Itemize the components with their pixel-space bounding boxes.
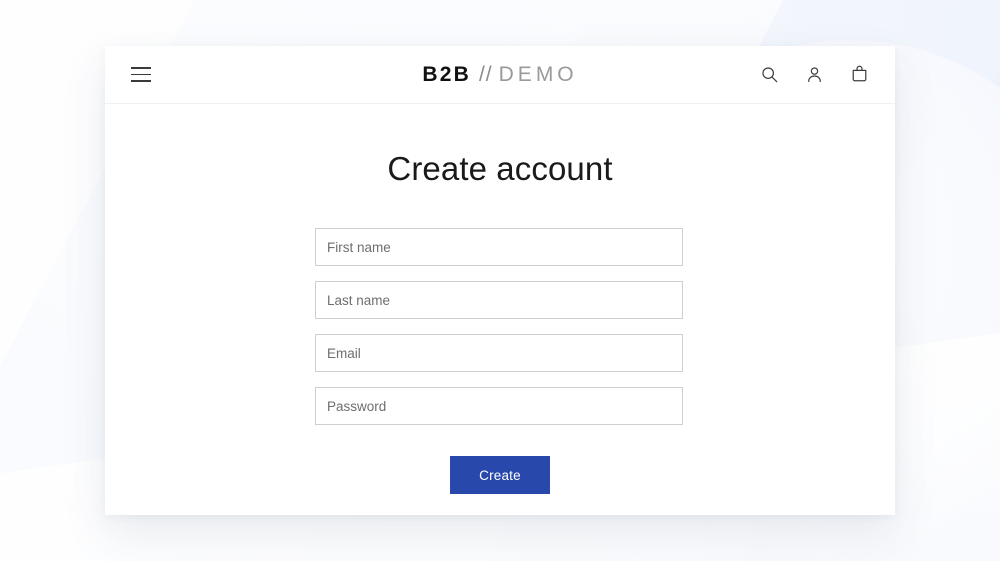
page-title: Create account — [387, 150, 613, 187]
page-content: Create account Create — [105, 104, 895, 494]
hamburger-menu-icon[interactable] — [131, 62, 157, 88]
logo-secondary-text: DEMO — [498, 63, 578, 86]
create-account-form: Create — [315, 228, 685, 494]
site-header: B2B // DEMO — [105, 46, 895, 104]
email-input[interactable] — [315, 334, 683, 372]
first-name-input[interactable] — [315, 228, 683, 266]
hamburger-line — [131, 67, 151, 69]
header-actions — [757, 63, 871, 87]
hamburger-line — [131, 80, 151, 82]
submit-row: Create — [315, 456, 685, 494]
password-input[interactable] — [315, 387, 683, 425]
cart-icon[interactable] — [847, 63, 871, 87]
create-account-button[interactable]: Create — [450, 456, 550, 494]
user-icon[interactable] — [802, 63, 826, 87]
search-icon[interactable] — [757, 63, 781, 87]
logo-separator: // — [478, 63, 493, 86]
logo-primary-text: B2B — [422, 63, 471, 86]
storefront-card: B2B // DEMO Create account First name La… — [105, 46, 895, 515]
hamburger-line — [131, 73, 151, 76]
last-name-input[interactable] — [315, 281, 683, 319]
page-root: B2B // DEMO Create account First name La… — [0, 0, 1000, 561]
